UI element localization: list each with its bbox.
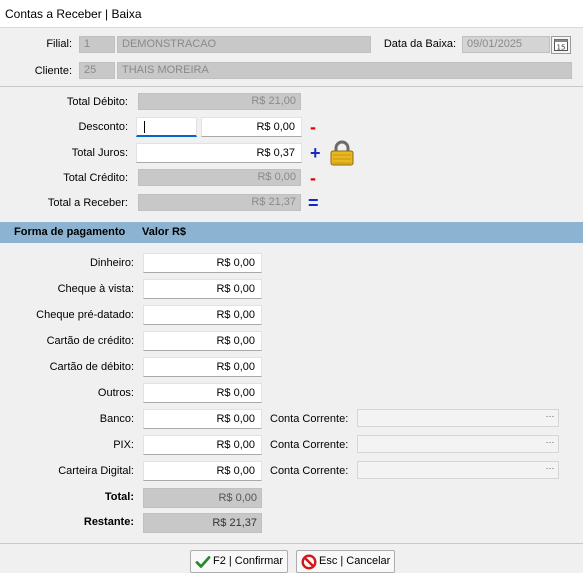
payment-label-banco: Banco: bbox=[99, 413, 134, 425]
total-juros-input[interactable]: R$ 0,37 bbox=[136, 143, 302, 163]
payment-label-cheque-predatado: Cheque pré-datado: bbox=[36, 309, 134, 321]
filial-name-field: DEMONSTRACAO bbox=[117, 36, 371, 53]
title-bar: Contas a Receber | Baixa bbox=[0, 0, 583, 28]
payment-input-carteira-digital[interactable]: R$ 0,00 bbox=[143, 461, 262, 481]
minus-operator: - bbox=[310, 168, 316, 188]
payment-label-cartao-debito: Cartão de débito: bbox=[49, 361, 134, 373]
valor-header: Valor R$ bbox=[142, 226, 187, 238]
payment-input-cheque-predatado[interactable]: R$ 0,00 bbox=[143, 305, 262, 325]
payment-input-banco[interactable]: R$ 0,00 bbox=[143, 409, 262, 429]
payment-input-pix[interactable]: R$ 0,00 bbox=[143, 435, 262, 455]
payment-label-carteira-digital: Carteira Digital: bbox=[58, 465, 134, 477]
text-caret bbox=[144, 121, 145, 134]
ellipsis-icon: ··· bbox=[545, 411, 555, 421]
total-debito-field: R$ 21,00 bbox=[138, 93, 301, 110]
payment-label-outros: Outros: bbox=[97, 387, 134, 399]
window-title: Contas a Receber | Baixa bbox=[5, 7, 142, 21]
minus-operator: - bbox=[310, 117, 316, 137]
payment-input-cartao-debito[interactable]: R$ 0,00 bbox=[143, 357, 262, 377]
cancel-button-label: Esc | Cancelar bbox=[319, 555, 391, 567]
conta-corrente-banco-field bbox=[357, 409, 559, 427]
desconto-label: Desconto: bbox=[78, 121, 128, 133]
payment-total-label: Total: bbox=[104, 491, 134, 503]
total-debito-label: Total Débito: bbox=[66, 96, 128, 108]
ellipsis-icon: ··· bbox=[545, 463, 555, 473]
payment-section-header: Forma de pagamento Valor R$ bbox=[0, 222, 583, 243]
payment-label-cartao-credito: Cartão de crédito: bbox=[46, 335, 134, 347]
separator bbox=[0, 86, 583, 87]
desconto-percent-input[interactable] bbox=[136, 117, 197, 137]
filial-code-field: 1 bbox=[79, 36, 115, 53]
total-receber-label: Total a Receber: bbox=[47, 197, 128, 209]
cancel-icon bbox=[301, 554, 317, 570]
conta-corrente-carteira-field bbox=[357, 461, 559, 479]
payment-input-cheque-vista[interactable]: R$ 0,00 bbox=[143, 279, 262, 299]
conta-corrente-label: Conta Corrente: bbox=[270, 439, 349, 451]
confirm-button[interactable]: F2 | Confirmar bbox=[190, 550, 288, 573]
payment-input-cartao-credito[interactable]: R$ 0,00 bbox=[143, 331, 262, 351]
total-credito-label: Total Crédito: bbox=[63, 172, 128, 184]
plus-operator: + bbox=[310, 143, 321, 163]
payment-label-cheque-vista: Cheque à vista: bbox=[57, 283, 134, 295]
lock-button[interactable] bbox=[329, 140, 355, 166]
cliente-name-field: THAIS MOREIRA bbox=[117, 62, 572, 79]
data-baixa-label: Data da Baixa: bbox=[383, 38, 456, 50]
check-icon bbox=[195, 556, 211, 568]
calendar-button[interactable]: 15 bbox=[551, 36, 571, 54]
restante-field: R$ 21,37 bbox=[143, 513, 262, 533]
restante-label: Restante: bbox=[83, 516, 134, 528]
total-credito-field: R$ 0,00 bbox=[138, 169, 301, 186]
cancel-button[interactable]: Esc | Cancelar bbox=[296, 550, 395, 573]
cliente-code-field: 25 bbox=[79, 62, 115, 79]
forma-pagamento-header: Forma de pagamento bbox=[14, 226, 126, 238]
conta-corrente-label: Conta Corrente: bbox=[270, 465, 349, 477]
equals-operator: = bbox=[308, 193, 319, 213]
payment-label-dinheiro: Dinheiro: bbox=[89, 257, 134, 269]
payment-label-pix: PIX: bbox=[113, 439, 134, 451]
lock-icon bbox=[330, 140, 354, 166]
total-juros-label: Total Juros: bbox=[71, 147, 128, 159]
conta-corrente-pix-field bbox=[357, 435, 559, 453]
conta-corrente-label: Conta Corrente: bbox=[270, 413, 349, 425]
confirm-button-label: F2 | Confirmar bbox=[213, 555, 284, 567]
calendar-day-text: 15 bbox=[557, 44, 566, 52]
separator bbox=[0, 543, 583, 544]
desconto-value-input[interactable]: R$ 0,00 bbox=[201, 117, 302, 137]
total-receber-field: R$ 21,37 bbox=[138, 194, 301, 211]
filial-label: Filial: bbox=[46, 38, 72, 50]
payment-total-field: R$ 0,00 bbox=[143, 488, 262, 508]
cliente-label: Cliente: bbox=[34, 65, 72, 77]
payment-input-dinheiro[interactable]: R$ 0,00 bbox=[143, 253, 262, 273]
payment-input-outros[interactable]: R$ 0,00 bbox=[143, 383, 262, 403]
ellipsis-icon: ··· bbox=[545, 437, 555, 447]
data-baixa-field[interactable]: 09/01/2025 bbox=[462, 36, 550, 53]
calendar-icon: 15 bbox=[554, 39, 568, 51]
